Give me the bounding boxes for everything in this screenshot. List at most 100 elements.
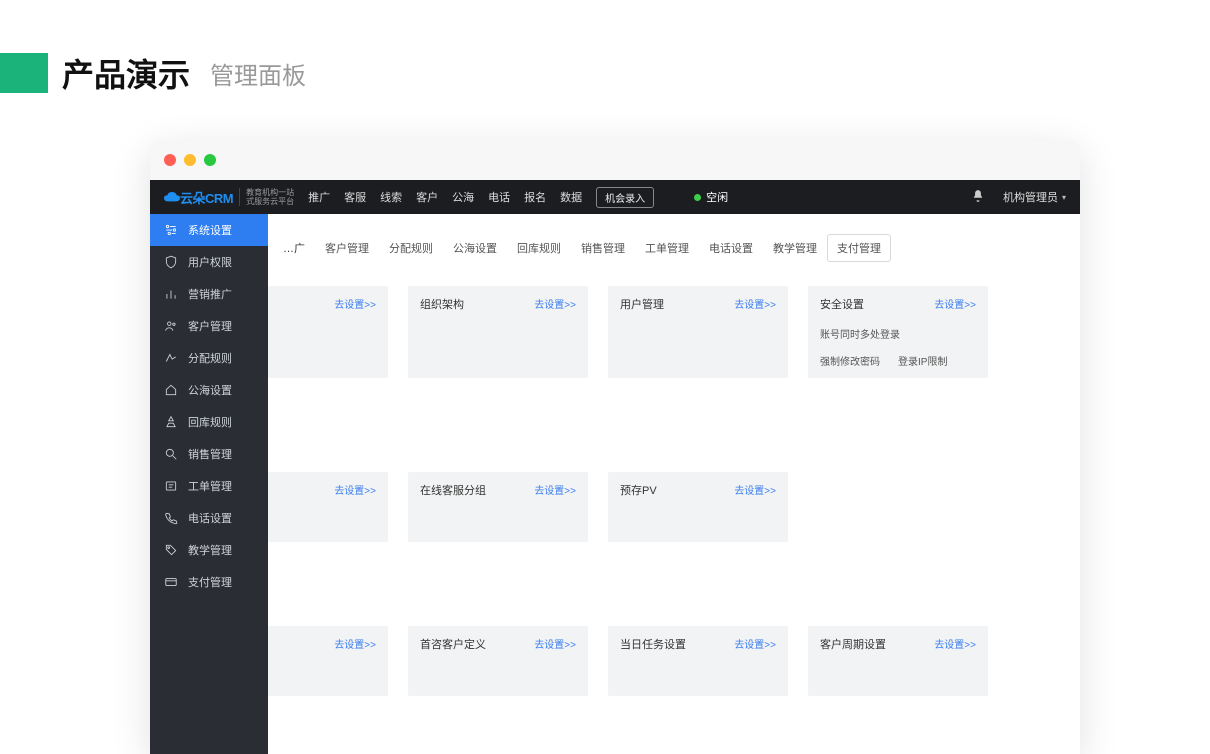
sidebar-item-marketing[interactable]: 营销推广	[150, 278, 268, 310]
nav-item[interactable]: 电话	[488, 189, 510, 205]
card-title: 在线客服分组	[420, 482, 486, 498]
sidebar-item-public-sea[interactable]: 公海设置	[150, 374, 268, 406]
sidebar-item-label: 工单管理	[188, 478, 232, 494]
settings-card-online-group: 在线客服分组 去设置>>	[408, 472, 588, 542]
status-indicator[interactable]: 空闲	[694, 189, 728, 205]
tab-item[interactable]: 销售管理	[571, 234, 635, 262]
card-title: 预存PV	[620, 482, 657, 498]
page-header: 产品演示 管理面板	[0, 0, 1210, 126]
user-menu[interactable]: 机构管理员 ▾	[1003, 189, 1066, 205]
tab-item[interactable]: 工单管理	[635, 234, 699, 262]
sidebar-item-payment[interactable]: 支付管理	[150, 566, 268, 598]
notification-icon[interactable]	[971, 189, 985, 206]
tab-item[interactable]: …广	[273, 234, 315, 262]
settings-tabs: …广 客户管理 分配规则 公海设置 回库规则 销售管理 工单管理 电话设置 教学…	[268, 224, 1080, 272]
sidebar-item-label: 系统设置	[188, 222, 232, 238]
ticket-icon	[164, 479, 178, 493]
status-dot-icon	[694, 194, 701, 201]
sidebar-item-assign-rules[interactable]: 分配规则	[150, 342, 268, 374]
settings-card-daily-task: 当日任务设置 去设置>>	[608, 626, 788, 696]
sidebar: 系统设置 用户权限 营销推广 客户管理 分配规则 公海设置	[150, 214, 268, 754]
card-title: 首咨客户定义	[420, 636, 486, 652]
sidebar-item-label: 电话设置	[188, 510, 232, 526]
nav-item[interactable]: 客服	[344, 189, 366, 205]
go-settings-link[interactable]: 去设置>>	[334, 636, 376, 651]
recycle-icon	[164, 415, 178, 429]
go-settings-link[interactable]: 去设置>>	[734, 482, 776, 497]
tab-item[interactable]: 分配规则	[379, 234, 443, 262]
card-title: 客户周期设置	[820, 636, 886, 652]
sidebar-item-label: 客户管理	[188, 318, 232, 334]
tab-item[interactable]: 回库规则	[507, 234, 571, 262]
nav-items: 推广 客服 线索 客户 公海 电话 报名 数据 机会录入	[308, 187, 654, 208]
go-settings-link[interactable]: 去设置>>	[334, 482, 376, 497]
sidebar-item-phone-settings[interactable]: 电话设置	[150, 502, 268, 534]
nav-item[interactable]: 报名	[524, 189, 546, 205]
user-icon	[164, 319, 178, 333]
record-button[interactable]: 机会录入	[596, 187, 654, 208]
card-sub-item[interactable]: 强制修改密码	[820, 353, 880, 368]
tab-item[interactable]: 公海设置	[443, 234, 507, 262]
sidebar-item-customer[interactable]: 客户管理	[150, 310, 268, 342]
sidebar-item-label: 用户权限	[188, 254, 232, 270]
settings-card-first-consult: 首咨客户定义 去设置>>	[408, 626, 588, 696]
sidebar-item-label: 回库规则	[188, 414, 232, 430]
card-sub-item[interactable]: 账号同时多处登录	[820, 326, 900, 341]
go-settings-link[interactable]: 去设置>>	[934, 636, 976, 651]
go-settings-link[interactable]: 去设置>>	[334, 296, 376, 311]
sidebar-item-label: 教学管理	[188, 542, 232, 558]
chevron-down-icon: ▾	[1062, 193, 1066, 202]
sidebar-item-ticket[interactable]: 工单管理	[150, 470, 268, 502]
window-minimize-icon[interactable]	[184, 154, 196, 166]
go-settings-link[interactable]: 去设置>>	[534, 636, 576, 651]
settings-card: 去设置>>	[268, 286, 388, 378]
nav-item[interactable]: 公海	[452, 189, 474, 205]
window-titlebar	[150, 140, 1080, 180]
card-title: 安全设置	[820, 296, 864, 312]
sidebar-item-label: 支付管理	[188, 574, 232, 590]
sidebar-item-recycle-rules[interactable]: 回库规则	[150, 406, 268, 438]
go-settings-link[interactable]: 去设置>>	[934, 296, 976, 311]
settings-icon	[164, 223, 178, 237]
sidebar-item-system-settings[interactable]: 系统设置	[150, 214, 268, 246]
accent-block	[0, 53, 48, 93]
card-title: 组织架构	[420, 296, 464, 312]
app-window: 云朵CRM 教育机构一站式服务云平台 推广 客服 线索 客户 公海 电话 报名 …	[150, 140, 1080, 754]
card-row: 去设置>> 首咨客户定义 去设置>> 当日任务设置 去设置>>	[268, 612, 1080, 696]
tab-item[interactable]: 客户管理	[315, 234, 379, 262]
sidebar-item-label: 销售管理	[188, 446, 232, 462]
nav-item[interactable]: 数据	[560, 189, 582, 205]
sidebar-item-sales[interactable]: 销售管理	[150, 438, 268, 470]
settings-card: 去设置>>	[268, 626, 388, 696]
sidebar-item-label: 营销推广	[188, 286, 232, 302]
sidebar-item-teaching[interactable]: 教学管理	[150, 534, 268, 566]
settings-card-org: 组织架构 去设置>>	[408, 286, 588, 378]
go-settings-link[interactable]: 去设置>>	[734, 636, 776, 651]
phone-icon	[164, 511, 178, 525]
settings-card-security: 安全设置 去设置>> 账号同时多处登录 强制修改密码 登录IP限制	[808, 286, 988, 378]
card-title: 用户管理	[620, 296, 664, 312]
nav-item[interactable]: 客户	[416, 189, 438, 205]
nav-item[interactable]: 推广	[308, 189, 330, 205]
logo[interactable]: 云朵CRM 教育机构一站式服务云平台	[164, 188, 294, 207]
go-settings-link[interactable]: 去设置>>	[534, 296, 576, 311]
tab-item[interactable]: 教学管理	[763, 234, 827, 262]
page-subtitle: 管理面板	[210, 56, 306, 91]
sidebar-item-label: 分配规则	[188, 350, 232, 366]
user-label: 机构管理员	[1003, 189, 1058, 205]
window-close-icon[interactable]	[164, 154, 176, 166]
logo-subtitle: 教育机构一站式服务云平台	[239, 188, 294, 206]
tab-item[interactable]: 支付管理	[827, 234, 891, 262]
window-maximize-icon[interactable]	[204, 154, 216, 166]
page-title: 产品演示	[62, 50, 190, 96]
logo-text: 云朵CRM	[164, 188, 233, 207]
go-settings-link[interactable]: 去设置>>	[534, 482, 576, 497]
top-nav: 云朵CRM 教育机构一站式服务云平台 推广 客服 线索 客户 公海 电话 报名 …	[150, 180, 1080, 214]
card-row: 去设置>> 在线客服分组 去设置>> 预存PV 去设置>>	[268, 458, 1080, 542]
card-sub-item[interactable]: 登录IP限制	[898, 353, 947, 368]
sidebar-item-label: 公海设置	[188, 382, 232, 398]
nav-item[interactable]: 线索	[380, 189, 402, 205]
sidebar-item-user-permissions[interactable]: 用户权限	[150, 246, 268, 278]
go-settings-link[interactable]: 去设置>>	[734, 296, 776, 311]
tab-item[interactable]: 电话设置	[699, 234, 763, 262]
